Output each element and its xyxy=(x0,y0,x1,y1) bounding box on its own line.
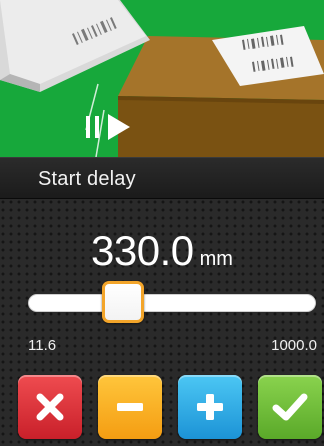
page-title: Start delay xyxy=(38,168,136,190)
title-bar: Start delay xyxy=(0,157,324,199)
label-printer-illustration xyxy=(0,0,324,157)
check-icon xyxy=(272,393,308,421)
value-display: 330.0 mm xyxy=(0,227,324,275)
minus-icon xyxy=(117,403,143,411)
plus-icon xyxy=(197,394,223,420)
confirm-button[interactable] xyxy=(258,375,322,439)
decrease-button[interactable] xyxy=(98,375,162,439)
increase-button[interactable] xyxy=(178,375,242,439)
start-delay-illustration xyxy=(0,0,324,157)
close-icon xyxy=(36,393,64,421)
value-editor-panel: 330.0 mm 11.6 1000.0 xyxy=(0,199,324,446)
value-slider[interactable] xyxy=(28,281,316,323)
slider-max-label: 1000.0 xyxy=(271,337,317,354)
value-number: 330.0 xyxy=(91,227,194,274)
slider-min-label: 11.6 xyxy=(28,337,57,354)
slider-thumb[interactable] xyxy=(101,281,144,323)
value-unit: mm xyxy=(199,248,233,270)
cancel-button[interactable] xyxy=(18,375,82,439)
slider-track[interactable] xyxy=(28,294,316,312)
